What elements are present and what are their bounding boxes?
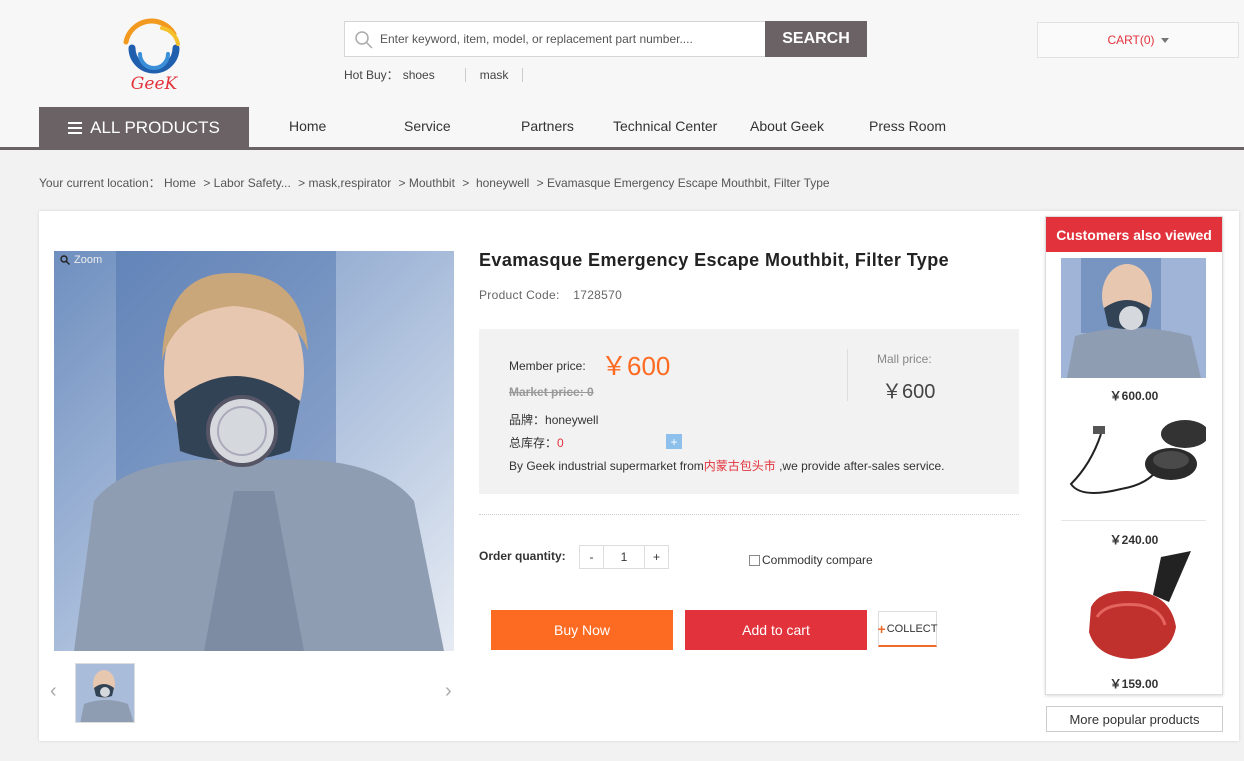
service-note: By Geek industrial supermarket from内蒙古包头…: [509, 457, 945, 474]
product-code: Product Code: 1728570: [479, 288, 622, 302]
hot-buy-link-mask[interactable]: mask: [480, 67, 524, 82]
breadcrumb-honeywell[interactable]: > honeywell: [462, 176, 529, 190]
nav-about-geek[interactable]: About Geek: [750, 118, 824, 134]
compare-row: Commodity compare: [749, 553, 873, 567]
qty-label: Order quantity:: [479, 549, 566, 563]
qty-input[interactable]: 1: [604, 546, 644, 568]
product-code-value: 1728570: [573, 288, 623, 302]
search-button[interactable]: SEARCH: [765, 21, 867, 57]
product-code-label: Product Code:: [479, 288, 560, 302]
mall-price-label: Mall price:: [877, 352, 932, 366]
qty-minus-button[interactable]: -: [580, 546, 604, 568]
compare-label: Commodity compare: [762, 553, 873, 567]
all-products-button[interactable]: ALL PRODUCTS: [39, 107, 249, 149]
more-popular-button[interactable]: More popular products: [1046, 706, 1223, 732]
service-prefix: By Geek industrial supermarket from: [509, 459, 704, 473]
breadcrumb-current: > Evamasque Emergency Escape Mouthbit, F…: [536, 176, 830, 190]
breadcrumb: Your current location： Home > Labor Safe…: [39, 174, 834, 191]
quantity-stepper: - 1 +: [579, 545, 669, 569]
nav-technical-center[interactable]: Technical Center: [613, 118, 717, 134]
collect-label: COLLECT: [886, 622, 938, 635]
cart-button[interactable]: CART(0): [1037, 22, 1239, 58]
member-price: ￥600: [601, 351, 671, 381]
member-price-label: Member price:: [509, 359, 586, 373]
chevron-left-icon[interactable]: ‹: [50, 680, 57, 703]
stock-label: 总库存：: [509, 436, 558, 450]
also-viewed-title: Customers also viewed: [1046, 217, 1222, 252]
logo-text: GeeK: [130, 74, 178, 94]
breadcrumb-home[interactable]: Home: [164, 176, 196, 190]
qty-plus-button[interactable]: +: [644, 546, 668, 568]
zoom-label: Zoom: [74, 254, 103, 266]
sidebar-divider: [1061, 520, 1206, 521]
nav-home[interactable]: Home: [289, 118, 326, 134]
hot-buy: Hot Buy： shoes mask: [344, 66, 537, 83]
search-icon: [354, 30, 374, 50]
service-place[interactable]: 内蒙古包头市: [704, 459, 776, 473]
mall-price: ￥600: [882, 381, 936, 403]
breadcrumb-mask-respirator[interactable]: > mask,respirator: [298, 176, 391, 190]
breadcrumb-labor-safety[interactable]: > Labor Safety...: [203, 176, 291, 190]
divider-dotted: [479, 514, 1019, 515]
nav-partners[interactable]: Partners: [521, 118, 574, 134]
market-price: Market price: 0: [509, 385, 594, 399]
zoom-indicator: Zoom: [60, 254, 102, 266]
magnifier-icon: [60, 255, 70, 265]
also-viewed-price-1: ￥600.00: [1109, 389, 1159, 403]
stock-row: 总库存：0: [509, 434, 564, 451]
breadcrumb-mouthbit[interactable]: > Mouthbit: [399, 176, 455, 190]
also-viewed-price-3: ￥159.00: [1109, 677, 1159, 691]
also-viewed-image-2[interactable]: [1061, 404, 1206, 524]
geek-logo[interactable]: GeeK: [118, 14, 188, 96]
product-title: Evamasque Emergency Escape Mouthbit, Fil…: [479, 250, 949, 270]
also-viewed-image-3[interactable]: [1061, 547, 1206, 667]
add-to-cart-button[interactable]: Add to cart: [685, 610, 867, 650]
cart-label: CART(0): [1107, 33, 1155, 47]
service-suffix: ,we provide after-sales service.: [775, 459, 945, 473]
also-viewed-image-1[interactable]: [1061, 258, 1206, 378]
brand-label: 品牌：: [509, 413, 546, 427]
nav-press-room[interactable]: Press Room: [869, 118, 946, 134]
search-input[interactable]: [380, 22, 760, 56]
breadcrumb-prefix: Your current location：: [39, 176, 161, 190]
hot-buy-link-shoes[interactable]: shoes: [403, 67, 466, 82]
plus-icon[interactable]: +: [666, 434, 682, 449]
stock-value: 0: [557, 436, 564, 450]
plus-icon: +: [877, 620, 886, 637]
price-divider: [847, 349, 848, 401]
nav-service[interactable]: Service: [404, 118, 451, 134]
menu-icon: [68, 122, 83, 134]
product-main-image[interactable]: [54, 251, 454, 651]
brand-value[interactable]: honeywell: [545, 413, 598, 427]
hot-buy-label: Hot Buy：: [344, 68, 399, 82]
buy-now-button[interactable]: Buy Now: [491, 610, 673, 650]
also-viewed-price-2: ￥240.00: [1109, 533, 1159, 547]
compare-checkbox[interactable]: [749, 554, 760, 566]
chevron-right-icon[interactable]: ›: [445, 680, 452, 703]
brand-row: 品牌：honeywell: [509, 411, 598, 428]
all-products-label: ALL PRODUCTS: [90, 118, 220, 137]
collect-button[interactable]: + COLLECT: [878, 611, 937, 647]
chevron-down-icon: [1160, 37, 1169, 43]
product-thumbnail[interactable]: [75, 663, 135, 723]
